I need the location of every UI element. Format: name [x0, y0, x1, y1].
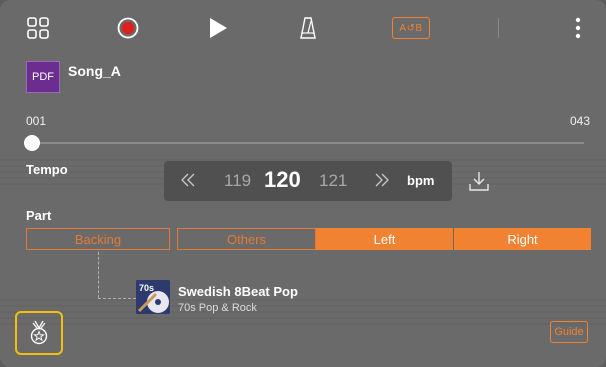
tempo-current-value[interactable]: 120: [264, 167, 301, 193]
song-title[interactable]: Song_A: [68, 63, 121, 79]
part-others-button[interactable]: Others: [177, 228, 316, 250]
part-left-button[interactable]: Left: [316, 228, 453, 250]
style-name[interactable]: Swedish 8Beat Pop: [178, 284, 298, 299]
app-window: A↺B PDF Song_A 001 043 Tempo 119 120 121: [0, 0, 606, 367]
more-vertical-icon[interactable]: [568, 14, 588, 42]
ab-repeat-label: A↺B: [392, 17, 430, 39]
toolbar-divider: [498, 18, 499, 38]
tempo-panel: 119 120 121 bpm: [164, 161, 452, 201]
connector-line-horizontal: [98, 298, 136, 299]
tempo-decrease-icon[interactable]: [180, 173, 196, 190]
connector-line-vertical: [98, 252, 99, 298]
tempo-next-value[interactable]: 121: [319, 171, 347, 191]
measure-slider-knob[interactable]: [24, 135, 40, 151]
toolbar: A↺B: [0, 0, 606, 56]
tempo-unit: bpm: [407, 173, 435, 188]
metronome-icon[interactable]: [296, 14, 320, 42]
tempo-prev-value[interactable]: 119: [224, 171, 251, 191]
medal-icon: [30, 320, 48, 345]
svg-text:70s: 70s: [139, 283, 154, 293]
style-thumbnail[interactable]: 70s: [136, 280, 170, 314]
part-backing-button[interactable]: Backing: [26, 228, 170, 250]
measure-end: 043: [569, 114, 590, 128]
lesson-badge-button[interactable]: [15, 311, 63, 355]
download-icon[interactable]: [468, 170, 490, 192]
pdf-file-icon[interactable]: PDF: [26, 61, 60, 93]
ab-repeat-button[interactable]: A↺B: [390, 14, 432, 42]
tempo-increase-icon[interactable]: [374, 173, 390, 190]
grid-icon[interactable]: [26, 14, 50, 42]
play-icon[interactable]: [206, 14, 230, 42]
tempo-label: Tempo: [26, 162, 68, 177]
part-right-button[interactable]: Right: [454, 228, 591, 250]
record-icon[interactable]: [116, 14, 140, 42]
part-label: Part: [26, 208, 52, 223]
guide-button[interactable]: Guide: [550, 321, 588, 343]
style-genre: 70s Pop & Rock: [178, 302, 257, 314]
measure-start: 001: [26, 114, 47, 128]
measure-slider-track[interactable]: [26, 142, 584, 144]
